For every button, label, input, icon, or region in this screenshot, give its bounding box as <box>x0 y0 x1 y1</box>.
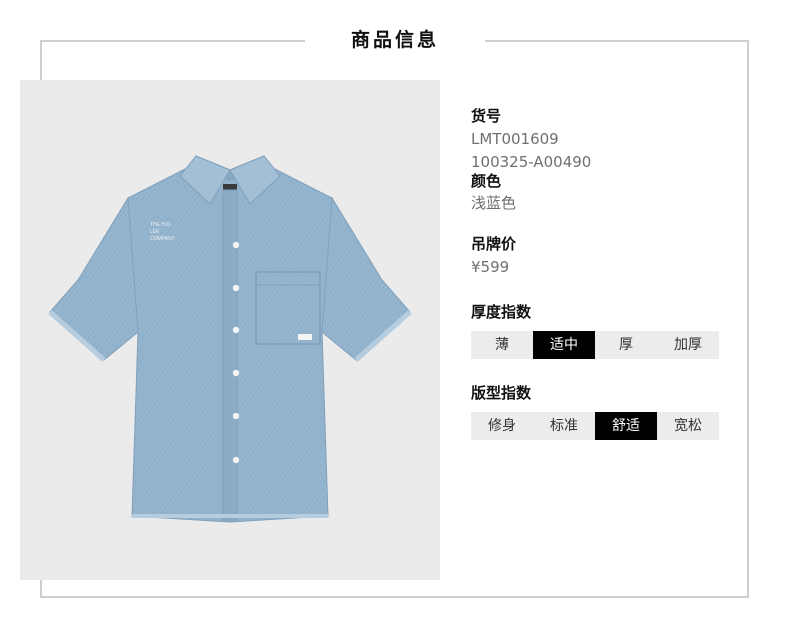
color-label: 颜色 <box>471 172 502 190</box>
fit-option-regular: 标准 <box>550 418 578 434</box>
fit-option-comfort: 舒适 <box>595 412 657 440</box>
thickness-option-thin: 薄 <box>495 337 509 353</box>
sku-value-2: 100325-A00490 <box>471 153 592 171</box>
fit-label: 版型指数 <box>471 384 532 402</box>
product-photo: THE H.D. LEE COMPANY <box>20 80 440 580</box>
thickness-option-thick: 厚 <box>619 337 633 353</box>
fit-option-slim: 修身 <box>488 418 516 434</box>
denim-shirt-illustration: THE H.D. LEE COMPANY <box>48 155 412 523</box>
fit-selector: 修身 标准 舒适 宽松 <box>471 412 719 440</box>
thickness-selector: 薄 适中 厚 加厚 <box>471 331 719 359</box>
thickness-option-medium: 适中 <box>533 331 595 359</box>
thickness-option-extra-thick: 加厚 <box>674 337 702 353</box>
chest-print-line-1: THE H.D. <box>150 222 171 228</box>
thickness-label: 厚度指数 <box>471 303 532 321</box>
price-label: 吊牌价 <box>471 235 517 253</box>
price-value: ¥599 <box>471 258 510 276</box>
fit-option-loose: 宽松 <box>674 418 702 434</box>
color-value: 浅蓝色 <box>471 194 517 212</box>
chest-print-line-3: COMPANY <box>150 236 176 242</box>
sku-label: 货号 <box>471 107 502 125</box>
page-title: 商品信息 <box>350 29 439 51</box>
chest-print-line-2: LEE <box>150 229 160 235</box>
sku-value-1: LMT001609 <box>471 130 559 148</box>
